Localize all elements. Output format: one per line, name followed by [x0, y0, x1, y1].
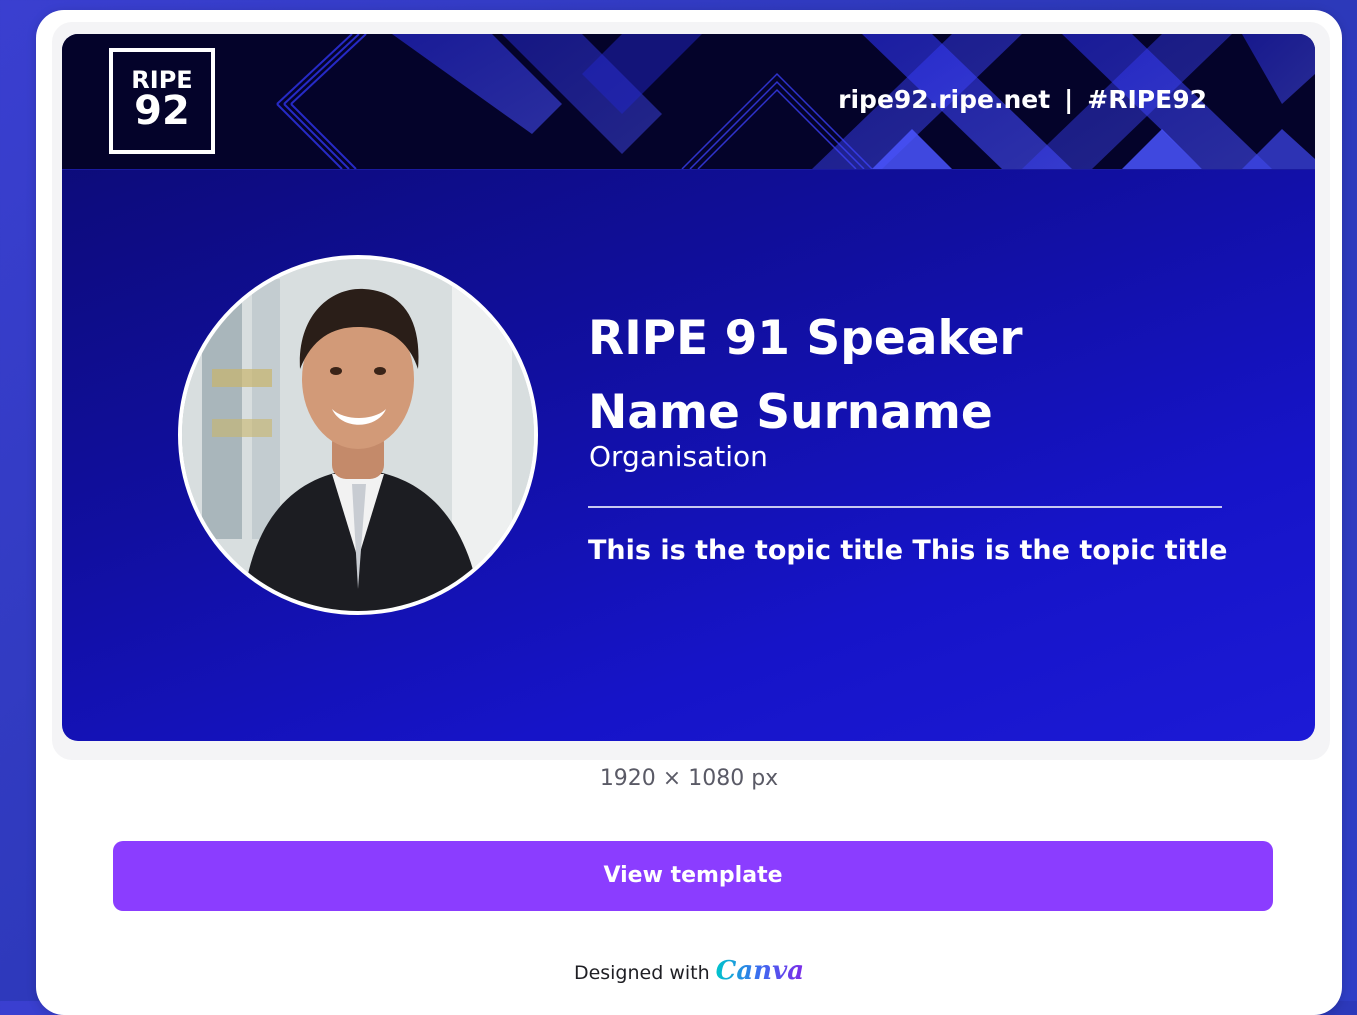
speaker-photo-icon: [182, 259, 534, 611]
canva-logo[interactable]: Canva: [716, 956, 804, 986]
template-card: RIPE 92 ripe92.ripe.net | #RIPE92 RIPE 9…: [36, 10, 1342, 1015]
view-template-button[interactable]: View template: [113, 841, 1273, 911]
designed-with-text: Designed with: [573, 962, 710, 984]
banner-hashtag: #RIPE92: [1087, 85, 1207, 114]
template-dimensions: 1920 × 1080 px: [599, 766, 779, 791]
logo-line2: 92: [134, 88, 190, 134]
title-divider: [588, 506, 1222, 508]
banner-separator: |: [1064, 85, 1074, 114]
speaker-title-line2: Name Surname: [588, 385, 993, 440]
banner-website: ripe92.ripe.net: [838, 85, 1051, 114]
designed-with-footer: Designed with Canva: [36, 954, 1342, 990]
speaker-title-line1: RIPE 91 Speaker: [588, 311, 1023, 366]
speaker-photo: [178, 255, 538, 615]
template-preview[interactable]: RIPE 92 ripe92.ripe.net | #RIPE92 RIPE 9…: [62, 34, 1315, 741]
topic-title: This is the topic title This is the topi…: [588, 535, 1228, 566]
speaker-name-heading: RIPE 91 Speaker Name Surname: [588, 302, 1228, 450]
banner-links: ripe92.ripe.net | #RIPE92: [838, 84, 1207, 116]
speaker-organisation: Organisation: [589, 440, 768, 473]
ripe92-logo: RIPE 92: [109, 48, 215, 154]
event-banner: RIPE 92 ripe92.ripe.net | #RIPE92: [62, 34, 1315, 170]
